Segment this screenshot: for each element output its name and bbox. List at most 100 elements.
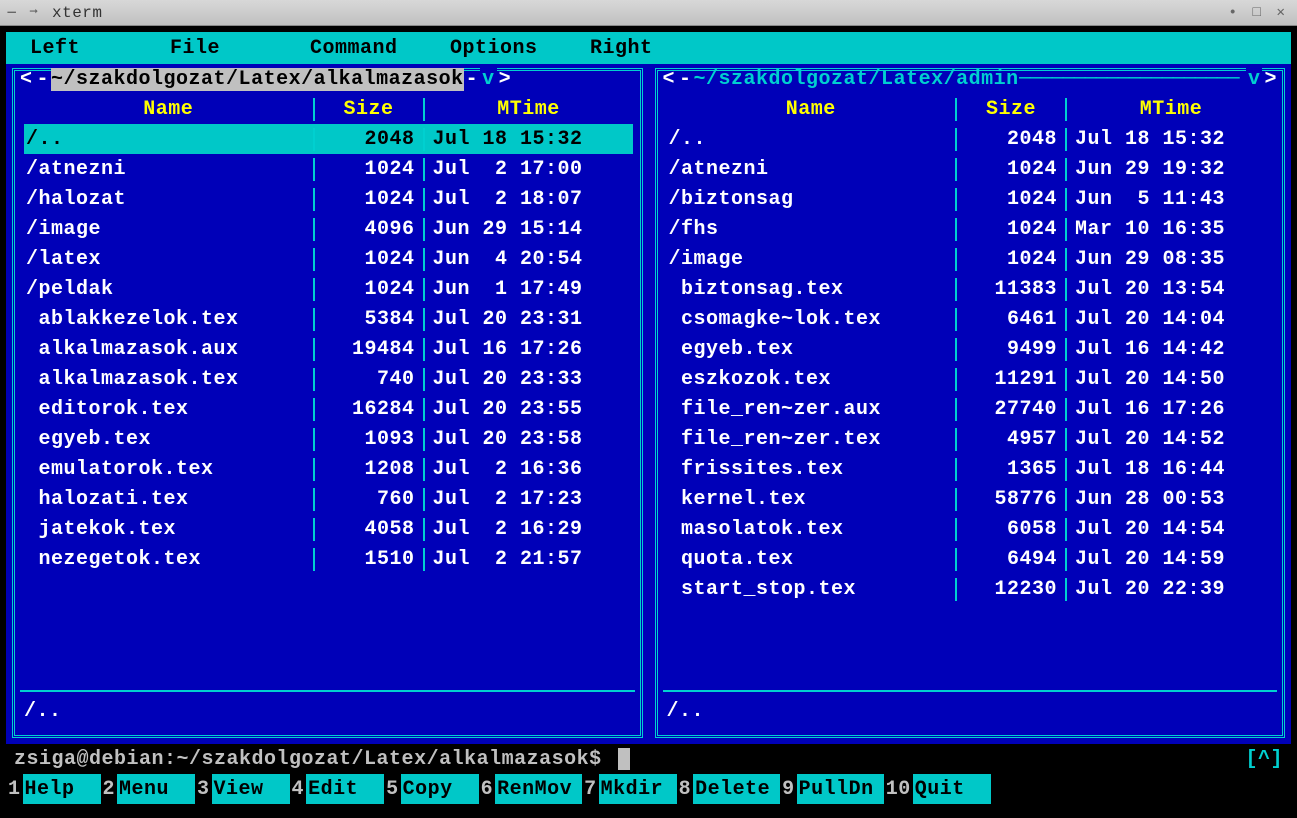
file-size: 4058 — [313, 518, 423, 541]
maximize-icon[interactable]: □ — [1249, 6, 1265, 20]
file-row[interactable]: nezegetok.tex1510Jul 2 21:57 — [24, 544, 633, 574]
file-row[interactable]: alkalmazasok.tex740Jul 20 23:33 — [24, 364, 633, 394]
menu-right[interactable]: Right — [580, 37, 720, 60]
file-mtime: Mar 10 16:35 — [1065, 218, 1275, 241]
fnkey-label: Copy — [401, 774, 479, 804]
file-mtime: Jul 2 17:00 — [423, 158, 633, 181]
file-size: 740 — [313, 368, 423, 391]
fnkey-edit[interactable]: 4Edit — [290, 774, 385, 804]
file-row[interactable]: egyeb.tex9499Jul 16 14:42 — [667, 334, 1276, 364]
file-row[interactable]: /..2048Jul 18 15:32 — [24, 124, 633, 154]
file-mtime: Jun 5 11:43 — [1065, 188, 1275, 211]
fnkey-copy[interactable]: 5Copy — [384, 774, 479, 804]
fnkey-menu[interactable]: 2Menu — [101, 774, 196, 804]
file-row[interactable]: /latex1024Jun 4 20:54 — [24, 244, 633, 274]
fnkey-label: Help — [23, 774, 101, 804]
file-row[interactable]: frissites.tex1365Jul 18 16:44 — [667, 454, 1276, 484]
file-row[interactable]: quota.tex6494Jul 20 14:59 — [667, 544, 1276, 574]
file-row[interactable]: file_ren~zer.aux27740Jul 16 17:26 — [667, 394, 1276, 424]
minimize-icon[interactable]: — — [4, 6, 20, 20]
dot-icon[interactable]: • — [1225, 6, 1241, 20]
close-icon[interactable]: ✕ — [1273, 6, 1289, 20]
file-size: 1024 — [313, 158, 423, 181]
shell-prompt[interactable]: zsiga@debian:~/szakdolgozat/Latex/alkalm… — [6, 744, 1291, 774]
file-row[interactable]: /fhs1024Mar 10 16:35 — [667, 214, 1276, 244]
col-mtime[interactable]: MTime — [423, 98, 633, 121]
file-size: 1093 — [313, 428, 423, 451]
file-size: 6494 — [955, 548, 1065, 571]
file-mtime: Jun 29 08:35 — [1065, 248, 1275, 271]
file-size: 1024 — [313, 278, 423, 301]
file-row[interactable]: /image1024Jun 29 08:35 — [667, 244, 1276, 274]
file-row[interactable]: csomagke~lok.tex6461Jul 20 14:04 — [667, 304, 1276, 334]
fnkey-label: Quit — [913, 774, 991, 804]
file-name: /peldak — [24, 278, 313, 301]
file-row[interactable]: editorok.tex16284Jul 20 23:55 — [24, 394, 633, 424]
file-row[interactable]: kernel.tex58776Jun 28 00:53 — [667, 484, 1276, 514]
file-mtime: Jul 20 14:04 — [1065, 308, 1275, 331]
file-name: csomagke~lok.tex — [667, 308, 956, 331]
file-row[interactable]: biztonsag.tex11383Jul 20 13:54 — [667, 274, 1276, 304]
dropdown-v-icon[interactable]: v — [1246, 68, 1263, 91]
left-arrow-icon[interactable]: < — [661, 68, 678, 91]
col-size[interactable]: Size — [955, 98, 1065, 121]
file-row[interactable]: emulatorok.tex1208Jul 2 16:36 — [24, 454, 633, 484]
left-panel-path[interactable]: ~/szakdolgozat/Latex/alkalmazasok — [51, 68, 464, 91]
file-row[interactable]: /halozat1024Jul 2 18:07 — [24, 184, 633, 214]
file-row[interactable]: ablakkezelok.tex5384Jul 20 23:31 — [24, 304, 633, 334]
file-mtime: Jul 20 23:33 — [423, 368, 633, 391]
col-mtime[interactable]: MTime — [1065, 98, 1275, 121]
file-row[interactable]: egyeb.tex1093Jul 20 23:58 — [24, 424, 633, 454]
col-name[interactable]: Name — [667, 98, 956, 121]
col-size[interactable]: Size — [313, 98, 423, 121]
right-panel-footer: /.. — [663, 690, 1278, 734]
file-mtime: Jul 2 17:23 — [423, 488, 633, 511]
left-arrow-icon[interactable]: < — [18, 68, 35, 91]
prompt-text: zsiga@debian:~/szakdolgozat/Latex/alkalm… — [14, 748, 614, 771]
file-row[interactable]: jatekok.tex4058Jul 2 16:29 — [24, 514, 633, 544]
file-row[interactable]: /..2048Jul 18 15:32 — [667, 124, 1276, 154]
file-name: halozati.tex — [24, 488, 313, 511]
fnkey-delete[interactable]: 8Delete — [677, 774, 781, 804]
menu-left[interactable]: Left — [20, 37, 160, 60]
file-name: frissites.tex — [667, 458, 956, 481]
fnkey-mkdir[interactable]: 7Mkdir — [582, 774, 677, 804]
dropdown-v-icon[interactable]: v — [480, 68, 497, 91]
file-row[interactable]: halozati.tex760Jul 2 17:23 — [24, 484, 633, 514]
fnkey-view[interactable]: 3View — [195, 774, 290, 804]
fnkey-pulldn[interactable]: 9PullDn — [780, 774, 884, 804]
right-panel[interactable]: < - ~/szakdolgozat/Latex/admin ─────────… — [649, 64, 1292, 744]
left-panel[interactable]: < - ~/szakdolgozat/Latex/alkalmazasok - … — [6, 64, 649, 744]
file-row[interactable]: alkalmazasok.aux19484Jul 16 17:26 — [24, 334, 633, 364]
fnkey-renmov[interactable]: 6RenMov — [479, 774, 583, 804]
dash-icon: - — [35, 68, 52, 91]
file-row[interactable]: /atnezni1024Jun 29 19:32 — [667, 154, 1276, 184]
right-arrow-icon[interactable]: > — [1262, 68, 1279, 91]
file-mtime: Jun 28 00:53 — [1065, 488, 1275, 511]
pin-icon[interactable]: ➞ — [26, 6, 42, 20]
file-row[interactable]: /image4096Jun 29 15:14 — [24, 214, 633, 244]
file-size: 2048 — [313, 128, 423, 151]
menu-options[interactable]: Options — [440, 37, 580, 60]
file-row[interactable]: file_ren~zer.tex4957Jul 20 14:52 — [667, 424, 1276, 454]
right-arrow-icon[interactable]: > — [497, 68, 514, 91]
file-row[interactable]: /peldak1024Jun 1 17:49 — [24, 274, 633, 304]
file-row[interactable]: /atnezni1024Jul 2 17:00 — [24, 154, 633, 184]
file-mtime: Jun 29 19:32 — [1065, 158, 1275, 181]
file-row[interactable]: eszkozok.tex11291Jul 20 14:50 — [667, 364, 1276, 394]
file-name: masolatok.tex — [667, 518, 956, 541]
fnkey-quit[interactable]: 10Quit — [884, 774, 991, 804]
fnkey-number: 7 — [582, 778, 599, 801]
fnkey-number: 2 — [101, 778, 118, 801]
file-mtime: Jun 1 17:49 — [423, 278, 633, 301]
menu-file[interactable]: File — [160, 37, 300, 60]
col-name[interactable]: Name — [24, 98, 313, 121]
right-panel-path[interactable]: ~/szakdolgozat/Latex/admin — [694, 68, 1019, 91]
fnkey-help[interactable]: 1Help — [6, 774, 101, 804]
menu-command[interactable]: Command — [300, 37, 440, 60]
file-row[interactable]: /biztonsag1024Jun 5 11:43 — [667, 184, 1276, 214]
window-title: xterm — [48, 4, 103, 22]
file-row[interactable]: start_stop.tex12230Jul 20 22:39 — [667, 574, 1276, 604]
file-row[interactable]: masolatok.tex6058Jul 20 14:54 — [667, 514, 1276, 544]
file-size: 1024 — [955, 158, 1065, 181]
